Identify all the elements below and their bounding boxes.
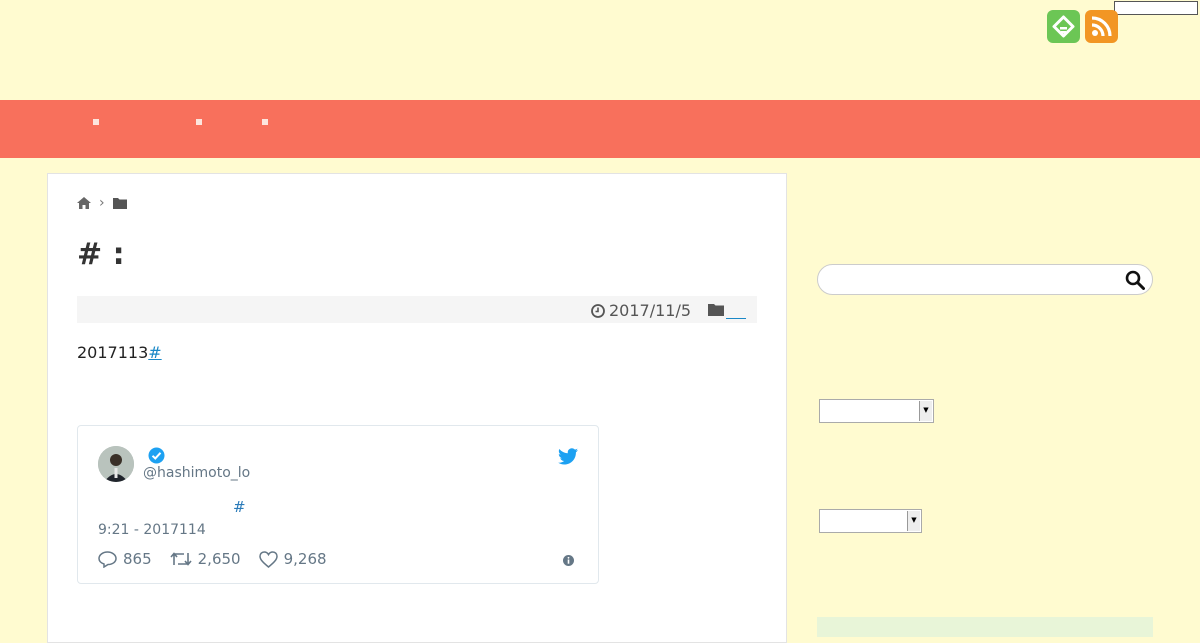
twitter-bird-icon[interactable] bbox=[558, 448, 578, 465]
article-title: # : bbox=[77, 237, 125, 272]
retweet-icon bbox=[170, 552, 192, 566]
tweet-handle[interactable]: @hashimoto_lo bbox=[143, 465, 250, 481]
lead-text: 2017113 bbox=[77, 343, 149, 362]
post-date-text: 2017/11/5 bbox=[609, 301, 692, 320]
clock-icon bbox=[591, 303, 605, 318]
folder-icon[interactable] bbox=[112, 197, 127, 209]
breadcrumb: › bbox=[77, 195, 127, 211]
nav-item-3[interactable] bbox=[262, 119, 268, 125]
lead-hashtag-link[interactable]: # bbox=[148, 343, 161, 362]
person-icon bbox=[98, 446, 134, 482]
category-dropdown[interactable]: ▼ bbox=[819, 509, 922, 533]
search-icon[interactable] bbox=[1125, 270, 1145, 290]
sidebar-banner-image[interactable] bbox=[817, 617, 1153, 637]
retweet-count: 2,650 bbox=[197, 550, 241, 568]
folder-icon bbox=[708, 304, 724, 316]
nav-item-2[interactable] bbox=[196, 119, 202, 125]
article-lead: 2017113# bbox=[77, 343, 162, 362]
archive-dropdown[interactable]: ▼ bbox=[819, 399, 934, 423]
tweet-hashtag-link[interactable]: # bbox=[233, 498, 246, 516]
like-count: 9,268 bbox=[283, 550, 327, 568]
post-date: 2017/11/5 bbox=[591, 301, 691, 320]
sidebar-search-input[interactable] bbox=[817, 264, 1153, 295]
category-link[interactable] bbox=[726, 296, 746, 319]
chevron-right-icon: › bbox=[99, 195, 105, 211]
rss-icon bbox=[1091, 16, 1112, 37]
chevron-down-icon: ▼ bbox=[919, 401, 932, 421]
reply-button[interactable]: 865 bbox=[98, 550, 152, 568]
feedly-icon bbox=[1052, 15, 1075, 38]
home-icon[interactable] bbox=[77, 197, 91, 209]
nav-item-1[interactable] bbox=[93, 119, 99, 125]
verified-badge-icon bbox=[148, 447, 165, 464]
reply-icon bbox=[98, 550, 117, 568]
tweet-actions: 865 2,650 9,268 bbox=[98, 550, 345, 568]
heart-icon bbox=[258, 550, 278, 568]
avatar[interactable] bbox=[98, 446, 134, 482]
rss-button[interactable] bbox=[1085, 10, 1118, 43]
info-icon[interactable] bbox=[562, 554, 575, 567]
tweet-timestamp[interactable]: 9:21 - 2017114 bbox=[98, 522, 206, 538]
global-nav bbox=[0, 100, 1200, 158]
header-search-input[interactable] bbox=[1114, 1, 1198, 15]
feedly-button[interactable] bbox=[1047, 10, 1080, 43]
chevron-down-icon: ▼ bbox=[907, 511, 920, 531]
reply-count: 865 bbox=[123, 550, 152, 568]
site-header bbox=[0, 0, 1200, 100]
retweet-button[interactable]: 2,650 bbox=[170, 550, 241, 568]
like-button[interactable]: 9,268 bbox=[258, 550, 327, 568]
